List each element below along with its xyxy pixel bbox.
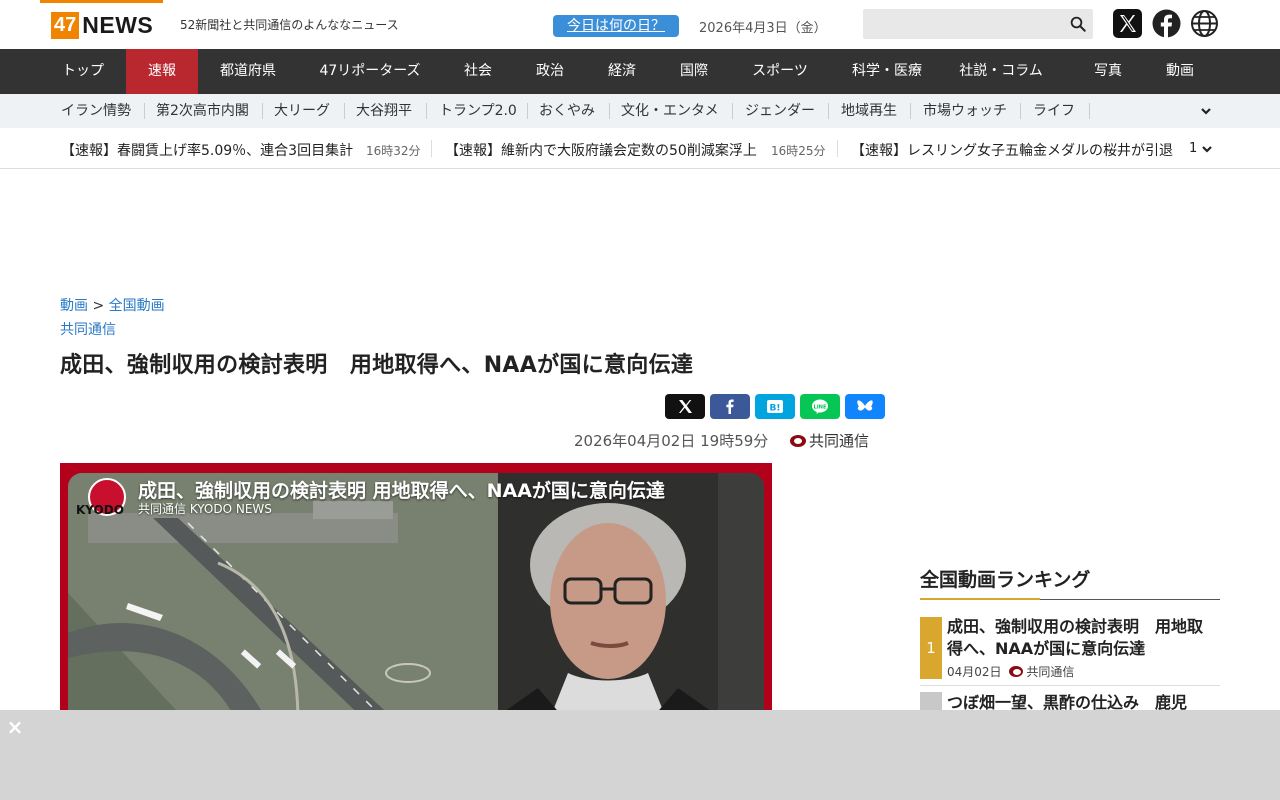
nav-item-photos[interactable]: 写真: [1080, 49, 1136, 94]
share-x-button[interactable]: [665, 394, 705, 419]
globe-icon[interactable]: [1190, 9, 1219, 38]
share-bluesky-button[interactable]: [845, 394, 885, 419]
nav-item-economy[interactable]: 経済: [586, 49, 658, 94]
topic-divider: [527, 103, 528, 119]
topic-divider: [262, 103, 263, 119]
ranking-item-source: 共同通信: [1026, 665, 1075, 679]
facebook-icon: [726, 399, 734, 414]
kyodo-watermark: KYODO: [76, 503, 124, 517]
topic-navigation: イラン情勢 第2次高市内閣 大リーグ 大谷翔平 トランプ2.0 おくやみ 文化・…: [0, 94, 1280, 128]
site-header: 47 NEWS 52新聞社と共同通信のよんななニュース 今日は何の日？ 2026…: [0, 0, 1280, 49]
nav-item-video[interactable]: 動画: [1152, 49, 1208, 94]
line-icon: LINE: [812, 399, 828, 414]
site-logo[interactable]: 47 NEWS: [51, 12, 153, 39]
source-link[interactable]: 共同通信: [60, 319, 116, 339]
topic-iran[interactable]: イラン情勢: [61, 94, 131, 128]
today-in-history-button[interactable]: 今日は何の日？: [553, 15, 679, 37]
topic-takaichi-cabinet[interactable]: 第2次高市内閣: [156, 94, 249, 128]
topic-divider: [1089, 103, 1090, 119]
topic-ohtani[interactable]: 大谷翔平: [356, 94, 412, 128]
nav-item-editorial-column[interactable]: 社説・コラム: [944, 49, 1058, 94]
kyodo-logo-icon: [790, 435, 806, 447]
hatena-bookmark-icon: B!: [767, 400, 783, 414]
video-title[interactable]: 成田、強制収用の検討表明 用地取得へ、NAAが国に意向伝達: [138, 476, 665, 503]
topic-divider: [609, 103, 610, 119]
bluesky-butterfly-icon: [857, 400, 873, 411]
ranking-accent-bar: [920, 598, 1040, 600]
topic-culture[interactable]: 文化・エンタメ: [621, 94, 719, 128]
topic-mlb[interactable]: 大リーグ: [274, 94, 330, 128]
article-source-label: 共同通信: [809, 432, 870, 450]
ticker-divider: [837, 140, 838, 157]
share-line-button[interactable]: LINE: [800, 394, 840, 419]
topic-divider: [732, 103, 733, 119]
nav-item-top[interactable]: トップ: [40, 49, 126, 94]
ticker-item-title[interactable]: 【速報】維新内で大阪府議会定数の50削減案浮上: [445, 140, 757, 160]
article-datetime: 2026年04月02日 19時59分: [574, 432, 769, 450]
svg-text:B!: B!: [770, 404, 781, 414]
logo-word: NEWS: [82, 12, 154, 38]
ranking-heading: 全国動画ランキング: [920, 569, 1091, 591]
svg-text:LINE: LINE: [813, 404, 827, 410]
nav-item-society[interactable]: 社会: [442, 49, 514, 94]
breadcrumb-separator: >: [92, 298, 105, 314]
video-player[interactable]: KYODO 成田、強制収用の検討表明 用地取得へ、NAAが国に意向伝達 共同通信…: [60, 463, 772, 713]
article-source: 共同通信: [790, 430, 869, 451]
bottom-ad-overlay: ×: [0, 710, 1280, 800]
kyodo-logo-icon: [1009, 666, 1024, 677]
search-icon[interactable]: [1069, 15, 1087, 33]
nav-item-politics[interactable]: 政治: [514, 49, 586, 94]
facebook-icon[interactable]: [1152, 9, 1181, 38]
ranking-item-date: 04月02日: [947, 665, 1002, 679]
article-title: 成田、強制収用の検討表明 用地取得へ、NAAが国に意向伝達: [60, 353, 694, 378]
chevron-down-icon[interactable]: [1201, 143, 1213, 155]
breadcrumb: 動画 > 全国動画: [60, 295, 165, 315]
x-twitter-icon: [679, 400, 692, 413]
topic-divider: [426, 103, 427, 119]
nav-item-sports[interactable]: スポーツ: [730, 49, 830, 94]
ticker-divider: [431, 140, 432, 157]
ticker-item-title[interactable]: 【速報】春闘賃上げ率5.09％、連合3回目集計: [61, 140, 353, 160]
ticker-item-time: 16時25分: [771, 144, 826, 158]
topic-regional[interactable]: 地域再生: [841, 94, 897, 128]
topic-market[interactable]: 市場ウォッチ: [923, 94, 1007, 128]
logo-accent-bar: [40, 0, 163, 3]
site-tagline: 52新聞社と共同通信のよんななニュース: [180, 18, 399, 32]
breadcrumb-video[interactable]: 動画: [60, 298, 88, 314]
ticker-count: 1: [1189, 141, 1198, 156]
nav-item-prefectures[interactable]: 都道府県: [198, 49, 298, 94]
main-navigation: トップ 速報 都道府県 47リポーターズ 社会 政治 経済 国際 スポーツ 科学…: [0, 49, 1280, 94]
topic-life[interactable]: ライフ: [1033, 94, 1075, 128]
nav-item-international[interactable]: 国際: [658, 49, 730, 94]
ranking-divider: [920, 685, 1220, 686]
video-channel: 共同通信 KYODO NEWS: [138, 502, 272, 516]
ranking-item-meta: 04月02日 共同通信: [947, 663, 1074, 680]
ticker-item-title[interactable]: 【速報】レスリング女子五輪金メダルの桜井が引退: [851, 140, 1173, 160]
search-input[interactable]: [863, 9, 1093, 39]
share-hatena-button[interactable]: B!: [755, 394, 795, 419]
topic-gender[interactable]: ジェンダー: [745, 94, 815, 128]
breadcrumb-national-video[interactable]: 全国動画: [109, 298, 165, 314]
topic-divider: [828, 103, 829, 119]
chevron-down-icon[interactable]: [1200, 105, 1212, 117]
share-facebook-button[interactable]: [710, 394, 750, 419]
breaking-news-ticker: 【速報】春闘賃上げ率5.09％、連合3回目集計 16時32分 【速報】維新内で大…: [0, 128, 1280, 169]
rank-number: 1: [920, 617, 942, 679]
topic-trump[interactable]: トランプ2.0: [439, 94, 517, 128]
logo-number: 47: [51, 12, 80, 39]
topic-divider: [144, 103, 145, 119]
topic-divider: [344, 103, 345, 119]
ticker-item-time: 16時32分: [366, 144, 421, 158]
topic-obituaries[interactable]: おくやみ: [539, 94, 595, 128]
current-date: 2026年4月3日（金）: [699, 21, 827, 36]
topic-divider: [910, 103, 911, 119]
close-icon[interactable]: ×: [6, 717, 24, 737]
nav-item-47reporters[interactable]: 47リポーターズ: [298, 49, 442, 94]
nav-item-science-medical[interactable]: 科学・医療: [830, 49, 944, 94]
ranking-item-title[interactable]: 成田、強制収用の検討表明 用地取得へ、NAAが国に意向伝達: [947, 616, 1217, 660]
nav-item-breaking[interactable]: 速報: [126, 49, 198, 94]
x-twitter-icon[interactable]: [1113, 9, 1142, 38]
topic-divider: [1020, 103, 1021, 119]
